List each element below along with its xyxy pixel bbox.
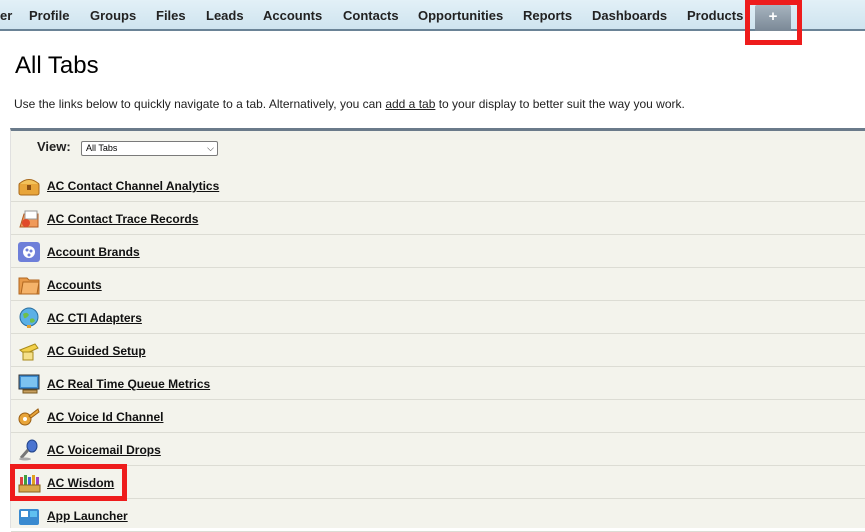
list-item: Accounts	[11, 268, 865, 301]
monitor-icon	[18, 374, 40, 394]
records-icon	[19, 210, 39, 228]
list-item: AC Contact Channel Analytics	[11, 169, 865, 202]
view-select-value: All Tabs	[86, 143, 118, 153]
tab-link[interactable]: AC Real Time Queue Metrics	[47, 377, 210, 391]
tab-link[interactable]: Account Brands	[47, 245, 140, 259]
chevron-down-icon: ⌵	[207, 143, 214, 153]
list-item: AC Real Time Queue Metrics	[11, 367, 865, 400]
tab-leads[interactable]: Leads	[206, 8, 244, 23]
list-item: AC CTI Adapters	[11, 301, 865, 334]
tab-contacts[interactable]: Contacts	[343, 8, 399, 23]
microphone-icon	[19, 439, 38, 461]
intro-text: Use the links below to quickly navigate …	[14, 97, 685, 111]
list-item: AC Contact Trace Records	[11, 202, 865, 235]
tab-files[interactable]: Files	[156, 8, 186, 23]
folder-icon	[18, 277, 40, 295]
tab-link[interactable]: AC Contact Trace Records	[47, 212, 198, 226]
tab-opportunities[interactable]: Opportunities	[418, 8, 503, 23]
view-select[interactable]: All Tabs ⌵	[81, 141, 218, 156]
list-item: App Launcher	[11, 499, 865, 532]
page-title: All Tabs	[15, 52, 99, 79]
ac-wisdom-highlight-box	[10, 464, 127, 501]
tab-link[interactable]: AC CTI Adapters	[47, 311, 142, 325]
view-label: View:	[37, 139, 71, 154]
tab-bar: er Profile Groups Files Leads Accounts C…	[0, 0, 865, 31]
tab-reports[interactable]: Reports	[523, 8, 572, 23]
tab-dashboards[interactable]: Dashboards	[592, 8, 667, 23]
intro-text-after: to your display to better suit the way y…	[435, 97, 685, 111]
tab-link[interactable]: App Launcher	[47, 509, 128, 523]
palette-icon	[18, 242, 40, 262]
list-item: Account Brands	[11, 235, 865, 268]
tab-link[interactable]: AC Voicemail Drops	[47, 443, 161, 457]
treasure-chest-icon	[18, 179, 40, 196]
list-item: AC Wisdom	[11, 466, 865, 499]
tab-link[interactable]: AC Guided Setup	[47, 344, 146, 358]
hand-pointer-icon	[19, 343, 39, 361]
globe-icon	[19, 307, 39, 328]
tab-accounts[interactable]: Accounts	[263, 8, 322, 23]
tab-link[interactable]: AC Voice Id Channel	[47, 410, 163, 424]
tab-partial-user[interactable]: er	[0, 8, 12, 23]
intro-text-before: Use the links below to quickly navigate …	[14, 97, 386, 111]
all-tabs-panel: View: All Tabs ⌵ AC Contact Channel Anal…	[10, 128, 865, 532]
list-item: AC Voice Id Channel	[11, 400, 865, 433]
plus-tab-highlight-box	[745, 0, 802, 45]
list-item: AC Voicemail Drops	[11, 433, 865, 466]
tab-products[interactable]: Products	[687, 8, 743, 23]
app-launcher-icon	[19, 509, 39, 525]
tab-link[interactable]: AC Contact Channel Analytics	[47, 179, 219, 193]
tab-profile[interactable]: Profile	[29, 8, 69, 23]
tab-link[interactable]: Accounts	[47, 278, 102, 292]
key-icon	[18, 408, 40, 426]
add-a-tab-link[interactable]: add a tab	[385, 97, 435, 111]
list-item: AC Guided Setup	[11, 334, 865, 367]
tab-groups[interactable]: Groups	[90, 8, 136, 23]
